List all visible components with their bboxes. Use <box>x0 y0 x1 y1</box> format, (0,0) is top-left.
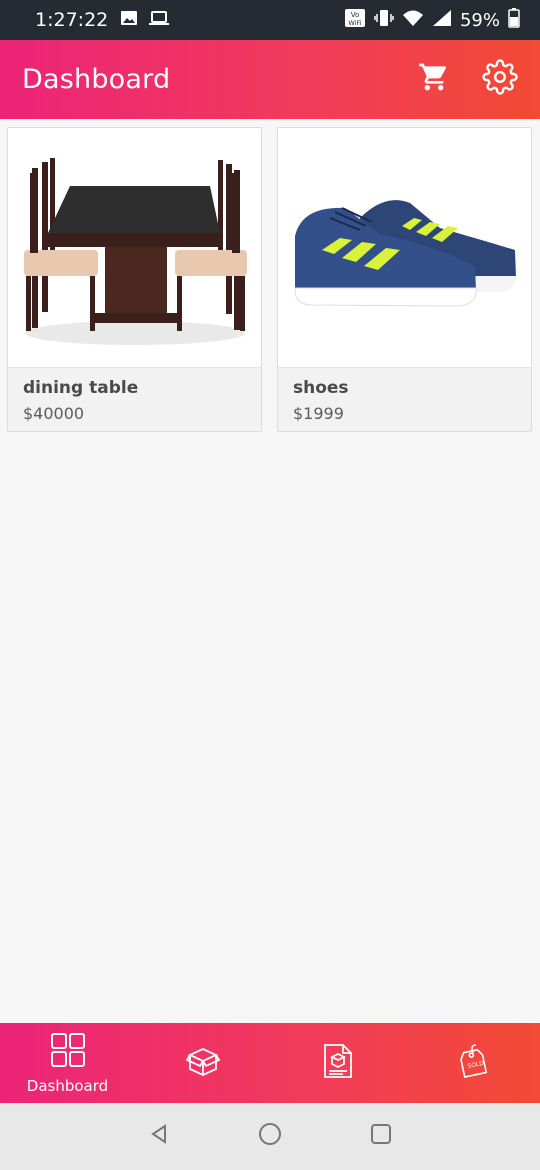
product-name: dining table <box>23 378 139 398</box>
back-triangle-icon <box>147 1122 171 1151</box>
nav-item-products[interactable] <box>135 1023 270 1103</box>
product-list: dining table $40000 shoes $1999 <box>0 119 540 1023</box>
bottom-nav: Dashboard SOLD <box>0 1023 540 1103</box>
product-card-shoes[interactable]: shoes $1999 <box>277 127 532 432</box>
settings-button[interactable] <box>482 59 518 100</box>
nav-item-dashboard[interactable]: Dashboard <box>0 1023 135 1103</box>
nav-item-sold[interactable]: SOLD <box>405 1023 540 1103</box>
product-info: shoes $1999 <box>278 368 531 423</box>
page-title: Dashboard <box>22 64 171 95</box>
battery-percent: 59% <box>459 9 500 31</box>
image-notification-icon <box>120 9 138 32</box>
battery-icon <box>508 7 520 33</box>
vowifi-icon: Vo WiFi <box>344 8 366 33</box>
wifi-icon <box>402 9 424 32</box>
product-info: dining table $40000 <box>8 368 261 423</box>
home-button[interactable] <box>257 1122 283 1151</box>
product-price: $40000 <box>23 404 85 423</box>
recents-square-icon <box>369 1122 393 1151</box>
status-right: Vo WiFi 59% <box>344 7 520 33</box>
back-button[interactable] <box>146 1124 172 1150</box>
shoes-image <box>278 128 531 368</box>
sold-tag-icon: SOLD <box>458 1043 488 1084</box>
home-circle-icon <box>258 1122 282 1151</box>
products-box-icon <box>185 1045 220 1082</box>
app-bar: Dashboard <box>0 40 540 119</box>
cart-button[interactable] <box>416 62 452 98</box>
product-price: $1999 <box>293 404 344 423</box>
product-card-dining-table[interactable]: dining table $40000 <box>7 127 262 432</box>
dashboard-icon <box>50 1032 86 1073</box>
status-bar: 1:27:22 Vo WiFi 59% <box>0 0 540 40</box>
dining-table-image <box>8 128 261 368</box>
laptop-notification-icon <box>148 9 170 32</box>
app-bar-actions <box>416 59 518 100</box>
gear-icon <box>482 59 518 100</box>
product-name: shoes <box>293 378 349 398</box>
nav-item-orders[interactable] <box>270 1023 405 1103</box>
orders-icon <box>323 1043 353 1084</box>
vibrate-icon <box>374 8 394 33</box>
cart-icon <box>418 61 450 98</box>
recents-button[interactable] <box>368 1124 394 1150</box>
svg-text:WiFi: WiFi <box>348 19 361 27</box>
nav-label-dashboard: Dashboard <box>26 1076 109 1095</box>
status-left-icons <box>120 9 170 32</box>
status-time: 1:27:22 <box>35 9 109 31</box>
svg-text:Vo: Vo <box>351 11 360 19</box>
signal-icon <box>432 9 452 32</box>
system-nav-bar <box>0 1103 540 1170</box>
svg-text:SOLD: SOLD <box>466 1059 484 1069</box>
product-grid: dining table $40000 shoes $1999 <box>0 119 540 432</box>
